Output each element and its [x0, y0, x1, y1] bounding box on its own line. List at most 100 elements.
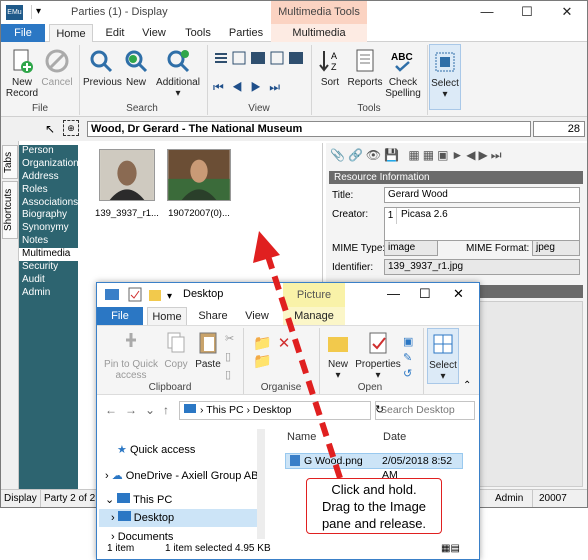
check-spelling-button[interactable]: ABC Check Spelling	[385, 48, 421, 99]
ribbon-separator	[427, 45, 428, 115]
nav-item-address[interactable]: Address	[19, 171, 78, 184]
explorer-minimize-button[interactable]: —	[387, 286, 400, 301]
new-folder-button[interactable]: New ▾	[323, 330, 353, 381]
item-count: 1 item	[107, 543, 135, 554]
column-name[interactable]: Name	[287, 431, 316, 443]
address-bar[interactable]: › This PC › Desktop	[179, 401, 371, 420]
nav-item-biography[interactable]: Biography	[19, 209, 78, 222]
nav-arrows-icons[interactable]: ←→⌄↑	[105, 403, 177, 417]
tree-this-pc[interactable]: ⌄ This PC	[105, 493, 172, 506]
previous-button[interactable]: Previous	[83, 48, 122, 88]
nav-item-admin[interactable]: Admin	[19, 287, 78, 300]
explorer-select-button[interactable]: Select ▾	[427, 328, 459, 384]
paste-button[interactable]: Paste	[193, 330, 223, 370]
tab-home[interactable]: Home	[49, 24, 93, 42]
properties-icon	[369, 332, 387, 354]
explorer-address-row: ←→⌄↑ › This PC › Desktop ↻ Search Deskto…	[97, 395, 479, 425]
pointer-icon[interactable]: ↖	[45, 122, 55, 136]
explorer-quick-access-icons[interactable]: ▾	[105, 287, 185, 303]
ribbon-tabs: File Home Edit View Tools Parties Multim…	[1, 24, 587, 42]
explorer-tab-file[interactable]: File	[97, 307, 143, 325]
title-field[interactable]: Gerard Wood	[384, 187, 580, 203]
explorer-maximize-button[interactable]: ☐	[419, 286, 431, 302]
mime-format-label: MIME Format:	[466, 243, 530, 254]
new-record-button[interactable]: New Record	[5, 48, 39, 99]
tree-scrollbar[interactable]	[257, 429, 265, 539]
view-toggle-icons[interactable]: ▦▤	[441, 543, 460, 554]
record-navigation-icons[interactable]: ⏮◀▶⏭	[213, 80, 309, 94]
explorer-tab-share[interactable]: Share	[193, 307, 233, 325]
additional-search-icon	[167, 50, 190, 73]
close-button[interactable]: ✕	[547, 1, 587, 24]
open-edit-history-icons[interactable]: ▣ ✎ ↺	[403, 334, 417, 382]
explorer-close-button[interactable]: ✕	[453, 286, 464, 302]
explorer-tab-manage[interactable]: Manage	[283, 307, 345, 325]
column-date[interactable]: Date	[383, 431, 406, 443]
nav-item-synonymy[interactable]: Synonymy	[19, 222, 78, 235]
nav-item-organization[interactable]: Organization	[19, 158, 79, 171]
cut-copy-path-icons[interactable]: ✂ ▯ ▯	[225, 330, 239, 384]
address-desktop[interactable]: Desktop	[253, 404, 292, 416]
creator-table[interactable]: 1 Picasa 2.6	[384, 207, 580, 241]
tab-file[interactable]: File	[1, 24, 45, 42]
minimize-button[interactable]: —	[467, 1, 507, 24]
tree-onedrive[interactable]: › ☁ OneDrive - Axiell Group AB	[105, 469, 258, 482]
quick-access-menu-icon[interactable]: ▾	[31, 5, 59, 19]
nav-item-associations[interactable]: Associations	[19, 197, 78, 210]
organise-icons[interactable]: 📁✕ 📁	[253, 334, 313, 374]
reports-button[interactable]: Reports	[347, 48, 383, 88]
tab-view[interactable]: View	[135, 24, 173, 42]
search-group-label: Search	[126, 103, 158, 114]
explorer-tab-home[interactable]: Home	[147, 307, 187, 325]
nav-item-multimedia[interactable]: Multimedia	[19, 248, 78, 262]
copy-button[interactable]: Copy	[161, 330, 191, 370]
callout-line-2: Drag to the Image	[321, 499, 427, 514]
creator-label: Creator:	[332, 209, 369, 220]
creator-row-index: 1	[385, 208, 397, 224]
select-button[interactable]: Select ▾	[429, 44, 461, 110]
tree-desktop[interactable]: › Desktop	[99, 509, 259, 527]
explorer-ribbon: Pin to Quick access Copy Paste ✂ ▯ ▯ Clipb…	[97, 325, 479, 395]
search-box[interactable]: Search Desktop	[375, 401, 475, 420]
nav-item-security[interactable]: Security	[19, 261, 78, 274]
nav-item-notes[interactable]: Notes	[19, 235, 78, 248]
collapse-ribbon-icon[interactable]: ⌃	[463, 380, 471, 391]
tree-quick-access[interactable]: ★ Quick access	[117, 443, 195, 456]
resource-toolbar-icons[interactable]: 📎🔗👁💾 ▦▦▣►◀▶⏭	[330, 148, 585, 162]
identifier-field: 139_3937_r1.jpg	[384, 259, 580, 275]
maximize-button[interactable]: ☐	[507, 1, 547, 24]
address-this-pc[interactable]: This PC	[206, 404, 243, 416]
sort-button[interactable]: A Z Sort	[315, 48, 345, 88]
view-group-label: View	[248, 103, 270, 114]
tab-tools[interactable]: Tools	[177, 24, 219, 42]
additional-search-button[interactable]: Additional ▾	[153, 48, 203, 99]
new-search-button[interactable]: New	[121, 48, 151, 88]
pin-quick-access-button[interactable]: Pin to Quick access	[101, 330, 161, 381]
tab-edit[interactable]: Edit	[97, 24, 133, 42]
nav-item-person[interactable]: Person	[19, 145, 78, 158]
window-title: Parties (1) - Display	[71, 6, 168, 18]
cancel-button[interactable]: Cancel	[41, 48, 73, 88]
zoom-select-icon[interactable]: ⊕	[63, 120, 79, 136]
svg-text:ABC: ABC	[391, 52, 413, 63]
properties-button[interactable]: Properties ▾	[355, 330, 401, 381]
view-mode-icons[interactable]	[213, 50, 309, 66]
explorer-tab-view[interactable]: View	[237, 307, 277, 325]
nav-item-audit[interactable]: Audit	[19, 274, 78, 287]
ribbon-separator	[423, 328, 424, 394]
side-tab-shortcuts[interactable]: Shortcuts	[2, 181, 18, 239]
select-all-icon	[433, 334, 453, 354]
mime-type-label: MIME Type:	[332, 243, 386, 254]
open-group-label: Open	[357, 382, 383, 393]
status-user: Admin	[489, 490, 533, 507]
emu-app-icon: EMu	[6, 5, 23, 20]
title-bar: EMu ▾ Parties (1) - Display Multimedia T…	[1, 1, 587, 24]
file-row-g-wood[interactable]: G Wood.png 2/05/2018 8:52 AM	[285, 453, 463, 481]
nav-item-roles[interactable]: Roles	[19, 184, 78, 197]
thumbnail-2[interactable]: 19072007(0)...	[163, 149, 235, 219]
tab-parties[interactable]: Parties	[223, 24, 269, 42]
tab-multimedia[interactable]: Multimedia	[271, 24, 367, 42]
status-id: 20007	[539, 493, 567, 504]
thumbnail-1[interactable]: 139_3937_r1...	[91, 149, 163, 219]
side-tab-tabs[interactable]: Tabs	[2, 145, 18, 179]
